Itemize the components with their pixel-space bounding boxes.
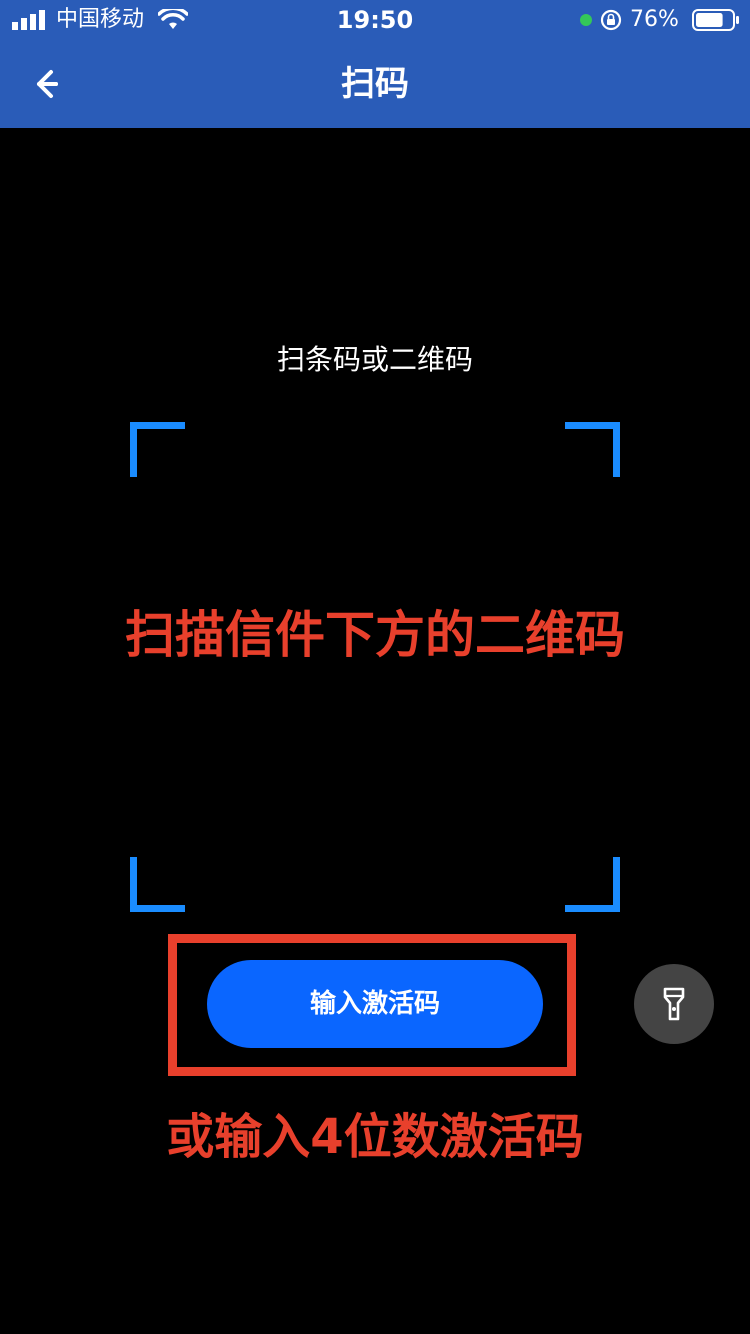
- battery-icon: [692, 9, 739, 31]
- flashlight-icon: [663, 987, 685, 1021]
- orientation-lock-icon: [600, 9, 622, 31]
- arrow-left-icon: [37, 70, 58, 98]
- scan-frame-corner-top-left: [130, 422, 185, 477]
- back-button[interactable]: [20, 56, 76, 112]
- scan-frame-corner-bottom-right: [565, 857, 620, 912]
- scan-frame-corner-top-right: [565, 422, 620, 477]
- enter-activation-code-button[interactable]: 输入激活码: [207, 960, 543, 1048]
- battery-percent: 76%: [630, 7, 679, 32]
- nav-bar: 扫码: [0, 40, 750, 128]
- status-bar: 中国移动 19:50 76%: [0, 0, 750, 40]
- scan-hint: 扫条码或二维码: [276, 343, 473, 376]
- flashlight-button[interactable]: [634, 964, 714, 1044]
- overlay-alternative: 或输入4位数激活码: [166, 1109, 584, 1165]
- scan-screen: 中国移动 19:50 76% 扫码 扫条码或二维码 扫描信件下方的二维码 输入激…: [0, 0, 750, 1334]
- scan-frame-corner-bottom-left: [130, 857, 185, 912]
- green-dot-indicator: [580, 14, 592, 26]
- overlay-instruction: 扫描信件下方的二维码: [125, 606, 625, 664]
- page-title: 扫码: [341, 64, 409, 104]
